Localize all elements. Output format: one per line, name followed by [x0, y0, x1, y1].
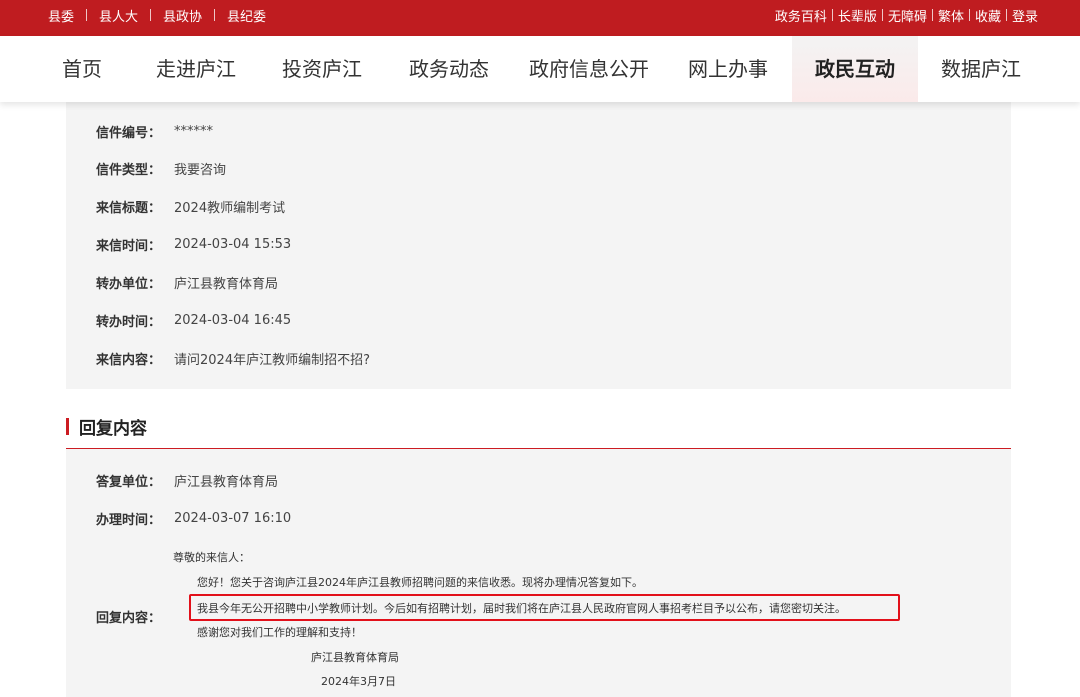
divider	[831, 9, 833, 21]
link-county-discipline[interactable]: 县纪委	[227, 6, 266, 25]
field-value: 我要咨询	[174, 162, 227, 178]
divider	[86, 9, 88, 21]
field-value: 请问2024年庐江教师编制招不招?	[174, 352, 370, 368]
field-value: 2024教师编制考试	[174, 200, 286, 216]
nav-item-home[interactable]: 首页	[40, 36, 124, 102]
field-label: 信件类型：	[96, 162, 162, 178]
link-traditional[interactable]: 繁体	[938, 6, 964, 25]
field-value: 2024-03-04 16:45	[174, 312, 292, 328]
link-county-committee[interactable]: 县委	[48, 6, 74, 25]
divider	[968, 9, 970, 21]
link-county-congress[interactable]: 县人大	[99, 6, 138, 25]
field-label: 来信内容：	[96, 352, 162, 368]
field-reply-unit: 答复单位： 庐江县教育体育局	[96, 470, 278, 490]
main-nav: 首页 走进庐江 投资庐江 政务动态 政府信息公开 网上办事 政民互动 数据庐江	[0, 36, 1080, 102]
divider	[931, 9, 933, 21]
field-value: 2024-03-04 15:53	[174, 236, 292, 252]
reply-line-3: 感谢您对我们工作的理解和支持！	[197, 626, 362, 639]
reply-signature: 庐江县教育体育局	[311, 651, 399, 664]
field-transfer-time: 转办时间： 2024-03-04 16:45	[96, 310, 291, 330]
link-gov-encyclopedia[interactable]: 政务百科	[775, 6, 827, 25]
link-login[interactable]: 登录	[1012, 6, 1038, 25]
field-label: 来信标题：	[96, 200, 162, 216]
field-letter-content: 来信内容： 请问2024年庐江教师编制招不招?	[96, 348, 370, 368]
nav-item-info-disclosure[interactable]: 政府信息公开	[519, 36, 659, 102]
field-letter-title: 来信标题： 2024教师编制考试	[96, 196, 285, 216]
field-label: 信件编号：	[96, 125, 162, 141]
nav-item-about[interactable]: 走进庐江	[140, 36, 252, 102]
divider	[881, 9, 883, 21]
reply-date: 2024年3月7日	[321, 675, 396, 688]
highlight-annotation-box	[189, 594, 900, 621]
field-letter-number: 信件编号： ******	[96, 121, 213, 141]
nav-item-news[interactable]: 政务动态	[393, 36, 505, 102]
reply-section-title: 回复内容	[79, 418, 147, 439]
field-label: 转办时间：	[96, 314, 162, 330]
field-value: 庐江县教育体育局	[174, 474, 279, 490]
field-label: 办理时间：	[96, 512, 162, 528]
field-reply-content-label: 回复内容：	[96, 606, 174, 626]
field-letter-type: 信件类型： 我要咨询	[96, 158, 226, 178]
link-accessibility[interactable]: 无障碍	[888, 6, 927, 25]
reply-line-1: 您好！您关于咨询庐江县2024年庐江县教师招聘问题的来信收悉。现将办理情况答复如…	[197, 576, 643, 589]
field-transfer-unit: 转办单位： 庐江县教育体育局	[96, 272, 278, 292]
link-favorite[interactable]: 收藏	[975, 6, 1001, 25]
top-right-links: 政务百科 长辈版 无障碍 繁体 收藏 登录	[775, 0, 1038, 30]
field-handle-time: 办理时间： 2024-03-07 16:10	[96, 508, 291, 528]
field-letter-time: 来信时间： 2024-03-04 15:53	[96, 234, 291, 254]
nav-item-data[interactable]: 数据庐江	[925, 36, 1037, 102]
top-left-links: 县委 县人大 县政协 县纪委	[48, 0, 266, 30]
link-county-cppcc[interactable]: 县政协	[163, 6, 202, 25]
field-label: 回复内容：	[96, 610, 162, 626]
nav-item-interaction[interactable]: 政民互动	[792, 36, 918, 102]
divider	[150, 9, 152, 21]
field-value: ******	[174, 123, 213, 139]
field-value: 庐江县教育体育局	[174, 276, 279, 292]
reply-section-heading: 回复内容	[66, 414, 147, 439]
divider	[214, 9, 216, 21]
field-label: 答复单位：	[96, 474, 162, 490]
link-elder-version[interactable]: 长辈版	[838, 6, 877, 25]
nav-item-online-services[interactable]: 网上办事	[672, 36, 784, 102]
top-bar: 县委 县人大 县政协 县纪委 政务百科 长辈版 无障碍 繁体 收藏 登录	[0, 0, 1080, 36]
reply-greeting: 尊敬的来信人：	[173, 551, 250, 564]
field-value: 2024-03-07 16:10	[174, 510, 292, 526]
field-label: 来信时间：	[96, 238, 162, 254]
divider	[1005, 9, 1007, 21]
field-label: 转办单位：	[96, 276, 162, 292]
nav-item-invest[interactable]: 投资庐江	[266, 36, 378, 102]
heading-accent-bar	[66, 417, 69, 435]
